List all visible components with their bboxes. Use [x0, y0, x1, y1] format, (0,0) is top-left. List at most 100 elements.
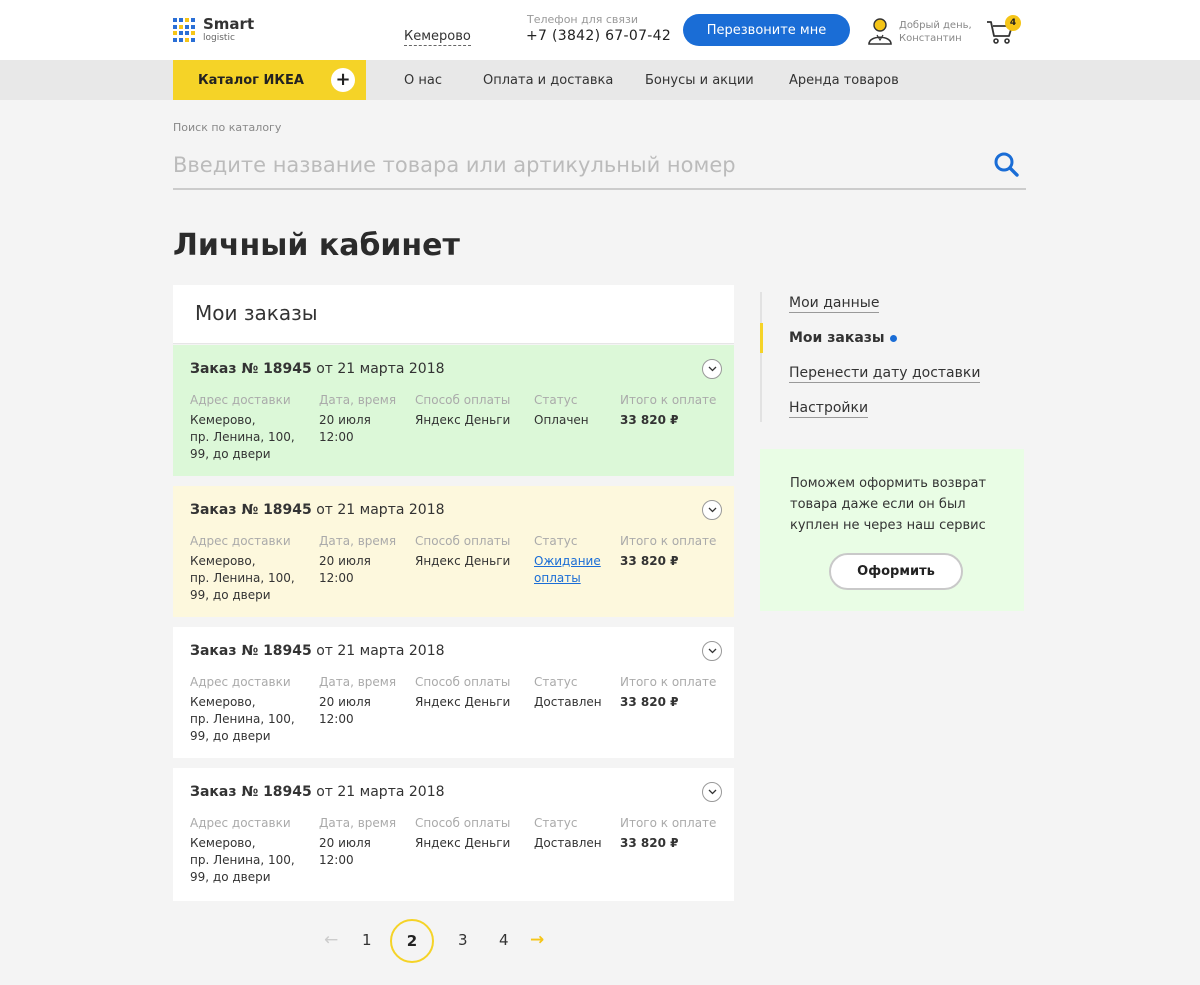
delivery-date: 20 июля: [319, 554, 371, 568]
order-card[interactable]: Заказ № 18945 от 21 марта 2018 Адрес дос…: [173, 768, 734, 901]
logo[interactable]: Smart logistic: [173, 17, 254, 43]
order-number: Заказ № 18945: [190, 784, 312, 800]
delivery-date: 20 июля: [319, 695, 371, 709]
catalog-button[interactable]: Каталог ИКЕА +: [173, 60, 366, 100]
phone-number[interactable]: +7 (3842) 67-07-42: [526, 28, 671, 44]
sidebar-item-settings[interactable]: Настройки: [789, 400, 869, 418]
sidebar-item-reschedule[interactable]: Перенести дату доставки: [789, 365, 981, 383]
order-title: Заказ № 18945 от 21 марта 2018: [190, 361, 445, 377]
page-link[interactable]: 1: [362, 931, 372, 949]
plus-icon: +: [331, 68, 355, 92]
nav-item-bonuses[interactable]: Бонусы и акции: [645, 73, 754, 88]
sidebar-item-my-data[interactable]: Мои данные: [789, 295, 880, 313]
page-link[interactable]: 4: [499, 931, 509, 949]
order-card[interactable]: Заказ № 18945 от 21 марта 2018 Адрес дос…: [173, 486, 734, 617]
status-label: Статус: [534, 393, 578, 407]
order-date: от 21 марта 2018: [311, 643, 445, 659]
order-card[interactable]: Заказ № 18945 от 21 марта 2018 Адрес дос…: [173, 627, 734, 758]
order-status: Оплачен: [534, 413, 589, 427]
search-icon[interactable]: [993, 151, 1019, 177]
next-page-arrow-icon[interactable]: →: [530, 930, 544, 950]
order-number: Заказ № 18945: [190, 502, 312, 518]
datetime-label: Дата, время: [319, 675, 397, 689]
nav-item-rent[interactable]: Аренда товаров: [789, 73, 899, 88]
order-title: Заказ № 18945 от 21 марта 2018: [190, 784, 445, 800]
status-awaiting-payment-link[interactable]: оплаты: [534, 570, 601, 587]
current-page[interactable]: 2: [390, 919, 434, 963]
return-submit-button[interactable]: Оформить: [829, 553, 963, 590]
datetime-label: Дата, время: [319, 393, 397, 407]
payment-label: Способ оплаты: [415, 393, 511, 407]
total-label: Итого к оплате: [620, 675, 717, 689]
search-input[interactable]: [173, 142, 1026, 190]
status-awaiting-payment-link[interactable]: Ожидание: [534, 553, 601, 570]
address-line: пр. Ленина, 100,: [190, 430, 295, 444]
delivery-time: 12:00: [319, 712, 354, 726]
nav-item-payment-delivery[interactable]: Оплата и доставка: [483, 73, 613, 88]
datetime-label: Дата, время: [319, 534, 397, 548]
sidebar-active-marker: [760, 323, 763, 353]
cart-button[interactable]: 4: [985, 15, 1021, 45]
order-status: Доставлен: [534, 836, 602, 850]
order-date: от 21 марта 2018: [311, 784, 445, 800]
cart-count-badge: 4: [1005, 15, 1021, 31]
payment-label: Способ оплаты: [415, 816, 511, 830]
address-line: 99, до двери: [190, 588, 271, 602]
orders-title: Мои заказы: [195, 301, 318, 325]
total-label: Итого к оплате: [620, 534, 717, 548]
payment-method: Яндекс Деньги: [415, 836, 511, 850]
notification-dot: [889, 334, 897, 342]
chevron-down-icon[interactable]: [702, 359, 722, 379]
delivery-time: 12:00: [319, 571, 354, 585]
datetime-label: Дата, время: [319, 816, 397, 830]
nav-item-about[interactable]: О нас: [404, 73, 442, 88]
user-account[interactable]: Добрый день, Константин: [867, 17, 972, 45]
address-line: пр. Ленина, 100,: [190, 853, 295, 867]
user-icon: [868, 18, 892, 45]
catalog-label: Каталог ИКЕА: [198, 72, 304, 88]
city-selector[interactable]: Кемерово: [404, 29, 471, 46]
greeting-line: Добрый день,: [899, 20, 972, 31]
address-label: Адрес доставки: [190, 675, 291, 689]
return-promo: Поможем оформить возврат товара даже есл…: [760, 449, 1024, 611]
total-label: Итого к оплате: [620, 393, 717, 407]
user-name: Константин: [899, 33, 962, 44]
payment-label: Способ оплаты: [415, 534, 511, 548]
address-label: Адрес доставки: [190, 816, 291, 830]
payment-label: Способ оплаты: [415, 675, 511, 689]
address-line: 99, до двери: [190, 870, 271, 884]
address-line: 99, до двери: [190, 447, 271, 461]
chevron-down-icon[interactable]: [702, 500, 722, 520]
delivery-time: 12:00: [319, 430, 354, 444]
status-label: Статус: [534, 675, 578, 689]
address-line: пр. Ленина, 100,: [190, 571, 295, 585]
order-title: Заказ № 18945 от 21 марта 2018: [190, 643, 445, 659]
address-line: Кемерово,: [190, 413, 256, 427]
total-label: Итого к оплате: [620, 816, 717, 830]
order-total: 33 820 ₽: [620, 836, 679, 850]
sidebar-item-my-orders[interactable]: Мои заказы: [789, 330, 897, 347]
return-promo-text: Поможем оформить возврат товара даже есл…: [790, 476, 987, 533]
address-line: Кемерово,: [190, 554, 256, 568]
address-label: Адрес доставки: [190, 534, 291, 548]
delivery-time: 12:00: [319, 853, 354, 867]
logo-title: Smart: [203, 15, 255, 33]
order-card[interactable]: Заказ № 18945 от 21 марта 2018 Адрес дос…: [173, 345, 734, 476]
sidebar-divider: [760, 292, 762, 422]
payment-method: Яндекс Деньги: [415, 554, 511, 568]
chevron-down-icon[interactable]: [702, 782, 722, 802]
page-link[interactable]: 3: [458, 931, 468, 949]
site-header: Smart logistic Кемерово Телефон для связ…: [0, 0, 1200, 60]
prev-page-arrow-icon[interactable]: ←: [324, 930, 338, 950]
main-nav: Каталог ИКЕА + О нас Оплата и доставка Б…: [0, 60, 1200, 100]
order-total: 33 820 ₽: [620, 695, 679, 709]
phone-label: Телефон для связи: [527, 13, 639, 26]
order-total: 33 820 ₽: [620, 413, 679, 427]
address-label: Адрес доставки: [190, 393, 291, 407]
order-status: Доставлен: [534, 695, 602, 709]
callback-button[interactable]: Перезвоните мне: [683, 14, 850, 46]
order-number: Заказ № 18945: [190, 643, 312, 659]
address-line: 99, до двери: [190, 729, 271, 743]
chevron-down-icon[interactable]: [702, 641, 722, 661]
delivery-date: 20 июля: [319, 413, 371, 427]
